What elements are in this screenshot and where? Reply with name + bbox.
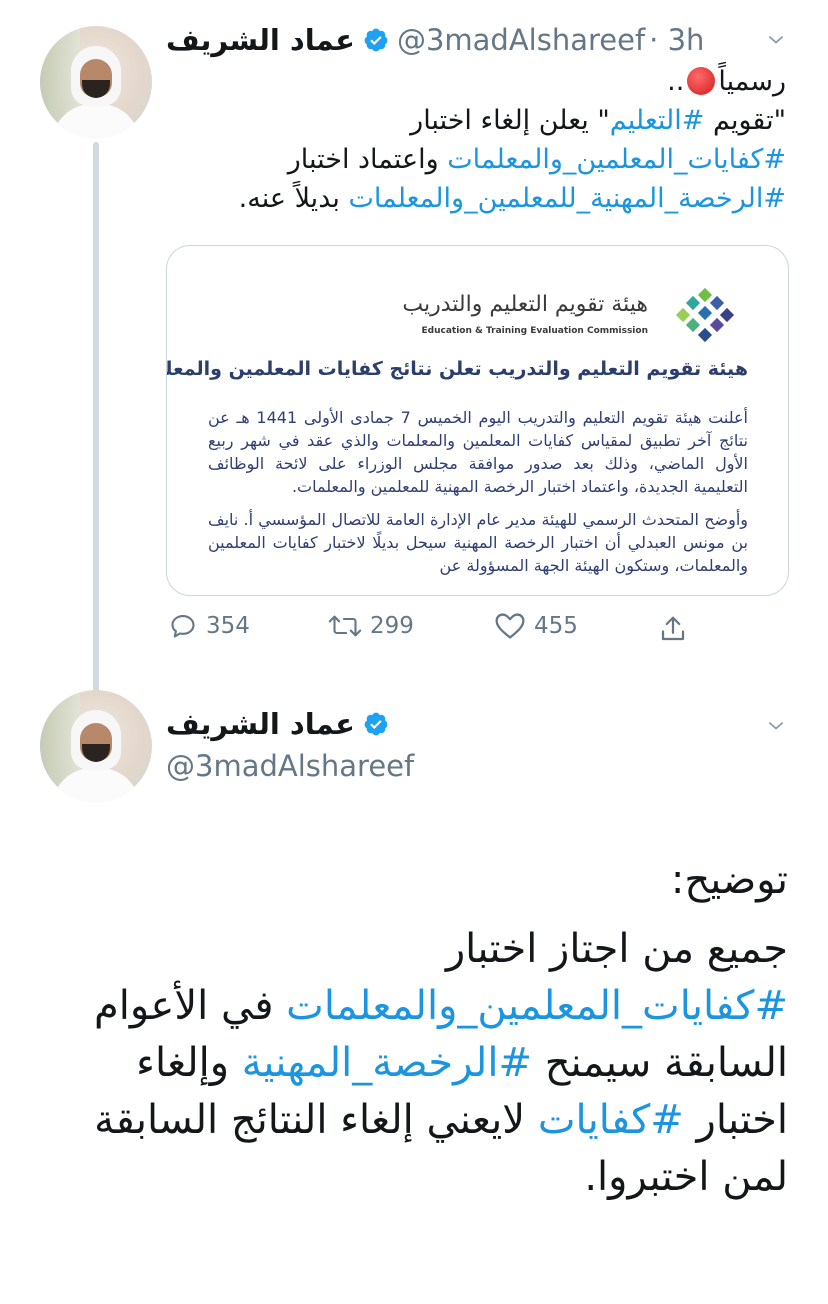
author-handle[interactable]: @3madAlshareef bbox=[166, 749, 414, 783]
card-logo-english: Education & Training Evaluation Commissi… bbox=[421, 326, 648, 336]
card-logo-arabic: هيئة تقويم التعليم والتدريب bbox=[402, 292, 648, 317]
reply-count: 354 bbox=[206, 613, 250, 639]
author-name[interactable]: عماد الشريف bbox=[166, 707, 355, 741]
like-button[interactable]: 455 bbox=[494, 612, 578, 640]
tweet-line-1: رسمياً.. bbox=[667, 66, 786, 97]
hashtag-link[interactable]: #كفايات_المعلمين_والمعلمات bbox=[447, 144, 786, 175]
retweet-icon bbox=[328, 615, 362, 637]
main-line-5: اختبار #كفايات لايعني إلغاء النتائج السا… bbox=[94, 1097, 788, 1143]
retweet-button[interactable]: 299 bbox=[328, 612, 414, 640]
main-line-3: #كفايات_المعلمين_والمعلمات في الأعوام bbox=[93, 983, 788, 1029]
author-name[interactable]: عماد الشريف bbox=[166, 23, 355, 57]
reply-button[interactable]: 354 bbox=[168, 612, 250, 640]
card-headline: هيئة تقويم التعليم والتدريب تعلن نتائج ك… bbox=[166, 358, 748, 380]
hashtag-link[interactable]: #كفايات_المعلمين_والمعلمات bbox=[286, 983, 788, 1029]
tweet-text: رسمياً.. "تقويم #التعليم" يعلن إلغاء اخت… bbox=[156, 62, 786, 218]
share-icon[interactable] bbox=[658, 614, 688, 644]
tweet-line-2: "تقويم #التعليم" يعلن إلغاء اختبار bbox=[410, 105, 786, 136]
main-line-1: توضيح: bbox=[670, 857, 788, 903]
card-paragraph-2: وأوضح المتحدث الرسمي للهيئة مدير عام الإ… bbox=[208, 510, 748, 575]
verified-badge-icon bbox=[364, 28, 388, 52]
reply-icon bbox=[171, 615, 195, 638]
hashtag-link[interactable]: #الرخصة_المهنية_للمعلمين_والمعلمات bbox=[348, 183, 786, 214]
main-line-6: لمن اختبروا. bbox=[584, 1154, 788, 1200]
card-paragraph-1: أعلنت هيئة تقويم التعليم والتدريب اليوم … bbox=[208, 408, 749, 496]
author-avatar[interactable] bbox=[40, 690, 152, 802]
tweet-line-3: #كفايات_المعلمين_والمعلمات واعتماد اختبا… bbox=[287, 144, 786, 175]
like-count: 455 bbox=[534, 613, 578, 639]
chevron-down-icon[interactable] bbox=[762, 30, 790, 50]
hashtag-link[interactable]: #التعليم bbox=[610, 105, 705, 136]
red-circle-emoji bbox=[687, 67, 716, 95]
author-handle[interactable]: @3madAlshareef bbox=[397, 23, 645, 57]
hashtag-link[interactable]: #كفايات bbox=[538, 1097, 684, 1143]
main-line-4: السابقة سيمنح #الرخصة_المهنية وإلغاء bbox=[136, 1040, 788, 1086]
retweet-count: 299 bbox=[370, 613, 414, 639]
main-tweet-author-name-row: عماد الشريف bbox=[166, 706, 397, 742]
tweet-line-4: #الرخصة_المهنية_للمعلمين_والمعلمات بديلا… bbox=[238, 183, 786, 214]
author-avatar[interactable] bbox=[40, 26, 152, 138]
chevron-down-icon[interactable] bbox=[762, 716, 790, 736]
thread-connector-line bbox=[93, 142, 99, 692]
tweet-time[interactable]: · 3h bbox=[649, 23, 704, 57]
main-tweet-handle-row: @3madAlshareef bbox=[166, 748, 414, 784]
tweet-header: عماد الشريف @3madAlshareef · 3h bbox=[166, 22, 704, 58]
like-icon bbox=[495, 613, 525, 639]
verified-badge-icon bbox=[364, 712, 388, 736]
tweet-image-card[interactable]: هيئة تقويم التعليم والتدريب Education & … bbox=[166, 245, 789, 596]
commission-logo-icon bbox=[675, 287, 735, 343]
main-line-2: جميع من اجتاز اختبار bbox=[445, 926, 788, 972]
main-tweet-text: توضيح: جميع من اجتاز اختبار #كفايات_المع… bbox=[68, 852, 788, 1206]
card-body: أعلنت هيئة تقويم التعليم والتدريب اليوم … bbox=[208, 406, 748, 587]
hashtag-link[interactable]: #الرخصة_المهنية bbox=[242, 1040, 532, 1086]
